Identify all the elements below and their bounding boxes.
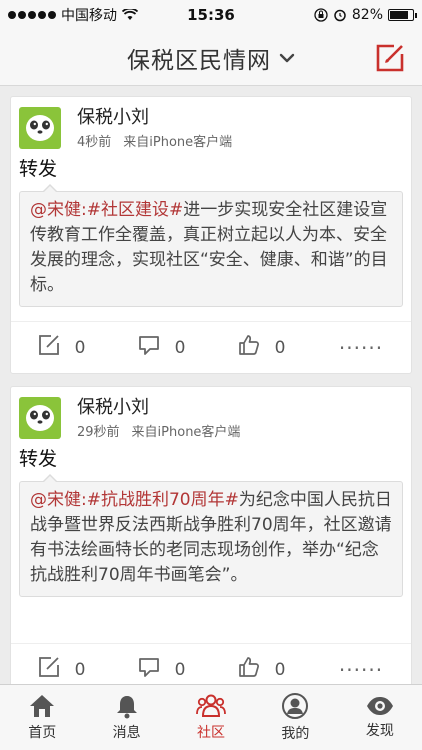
chevron-down-icon xyxy=(279,48,295,67)
compose-button[interactable] xyxy=(372,40,408,76)
more-button[interactable]: ······ xyxy=(311,335,411,360)
eye-icon xyxy=(365,695,395,717)
more-button[interactable]: ······ xyxy=(311,657,411,682)
comment-count: 0 xyxy=(174,659,186,680)
topic-link[interactable]: #抗战胜利70周年# xyxy=(87,490,239,510)
comment-count: 0 xyxy=(174,337,186,358)
repost-button[interactable]: 0 xyxy=(11,333,111,362)
post-source: 来自iPhone客户端 xyxy=(123,135,233,150)
compose-icon xyxy=(372,44,408,80)
tab-label: 我的 xyxy=(281,726,310,742)
bell-icon xyxy=(114,693,140,719)
quoted-post[interactable]: @宋健:#社区建设#进一步实现安全社区建设宣传教育工作全覆盖，真正树立起以人为本… xyxy=(19,184,403,307)
more-icon: ······ xyxy=(338,335,384,360)
nav-bar: 保税区民情网 xyxy=(0,30,422,86)
like-count: 0 xyxy=(274,659,286,680)
tab-community[interactable]: 社区 xyxy=(169,685,253,750)
like-button[interactable]: 0 xyxy=(211,655,311,684)
alarm-icon xyxy=(333,8,347,22)
topic-link[interactable]: #社区建设# xyxy=(87,200,184,220)
tab-bar: 首页 消息 社区 我的 发现 xyxy=(0,684,422,750)
tab-profile[interactable]: 我的 xyxy=(253,685,337,750)
comment-button[interactable]: 0 xyxy=(111,333,211,362)
post-actions: 0 0 0 ······ xyxy=(11,321,411,373)
post-actions: 0 0 0 ······ xyxy=(11,643,411,684)
tab-home[interactable]: 首页 xyxy=(0,685,84,750)
tab-messages[interactable]: 消息 xyxy=(84,685,168,750)
post-time: 29秒前 xyxy=(77,425,120,440)
like-button[interactable]: 0 xyxy=(211,333,311,362)
tab-label: 发现 xyxy=(365,723,394,739)
home-icon xyxy=(28,693,56,719)
repost-icon xyxy=(37,333,61,362)
comment-button[interactable]: 0 xyxy=(111,655,211,684)
repost-button[interactable]: 0 xyxy=(11,655,111,684)
avatar[interactable] xyxy=(19,107,61,149)
post-time: 4秒前 xyxy=(77,135,112,150)
tab-discover[interactable]: 发现 xyxy=(338,685,422,750)
page-title: 保税区民情网 xyxy=(127,47,271,74)
post-header: 保税小刘 4秒前 来自iPhone客户端 xyxy=(11,97,411,150)
repost-icon xyxy=(37,655,61,684)
thumbs-up-icon xyxy=(237,655,261,684)
signal-icon xyxy=(8,11,56,19)
tab-label: 社区 xyxy=(197,725,226,741)
user-name[interactable]: 保税小刘 xyxy=(77,397,240,419)
wifi-icon xyxy=(122,9,138,21)
post-header: 保税小刘 29秒前 来自iPhone客户端 xyxy=(11,387,411,440)
like-count: 0 xyxy=(274,337,286,358)
tab-label: 消息 xyxy=(112,725,141,741)
carrier-label: 中国移动 xyxy=(61,8,117,24)
comment-icon xyxy=(137,655,161,684)
post-meta: 4秒前 来自iPhone客户端 xyxy=(77,131,232,150)
battery-percent: 82% xyxy=(351,7,383,23)
battery-level xyxy=(390,11,409,19)
status-bar: 中国移动 15:36 82% xyxy=(0,0,422,30)
post-text: 转发 xyxy=(19,158,58,180)
quoted-post[interactable]: @宋健:#抗战胜利70周年#为纪念中国人民抗日战争暨世界反法西斯战争胜利70周年… xyxy=(19,474,403,597)
status-right: 82% xyxy=(314,7,417,23)
avatar-image xyxy=(26,115,54,141)
more-icon: ······ xyxy=(338,657,384,682)
avatar-image xyxy=(26,405,54,431)
feed[interactable]: 保税小刘 4秒前 来自iPhone客户端 转发 @宋健:#社区建设#进一步实现安全… xyxy=(0,86,422,684)
post-card[interactable]: 保税小刘 4秒前 来自iPhone客户端 转发 @宋健:#社区建设#进一步实现安全… xyxy=(10,96,412,374)
mention-link[interactable]: @宋健: xyxy=(30,490,87,510)
post-source: 来自iPhone客户端 xyxy=(131,425,241,440)
nav-title-dropdown[interactable]: 保税区民情网 xyxy=(127,41,295,75)
thumbs-up-icon xyxy=(237,333,261,362)
comment-icon xyxy=(137,333,161,362)
rotation-lock-icon xyxy=(314,8,328,22)
tab-label: 首页 xyxy=(28,725,57,741)
user-name[interactable]: 保税小刘 xyxy=(77,107,232,129)
post-text: 转发 xyxy=(19,448,58,470)
repost-count: 0 xyxy=(74,337,86,358)
community-icon xyxy=(196,693,226,719)
battery-icon xyxy=(388,9,417,21)
post-card[interactable]: 保税小刘 29秒前 来自iPhone客户端 转发 @宋健:#抗战胜利70周年#为纪… xyxy=(10,386,412,684)
repost-count: 0 xyxy=(74,659,86,680)
status-left: 中国移动 xyxy=(8,5,138,25)
avatar[interactable] xyxy=(19,397,61,439)
profile-icon xyxy=(281,692,309,720)
mention-link[interactable]: @宋健: xyxy=(30,200,87,220)
post-meta: 29秒前 来自iPhone客户端 xyxy=(77,421,240,440)
